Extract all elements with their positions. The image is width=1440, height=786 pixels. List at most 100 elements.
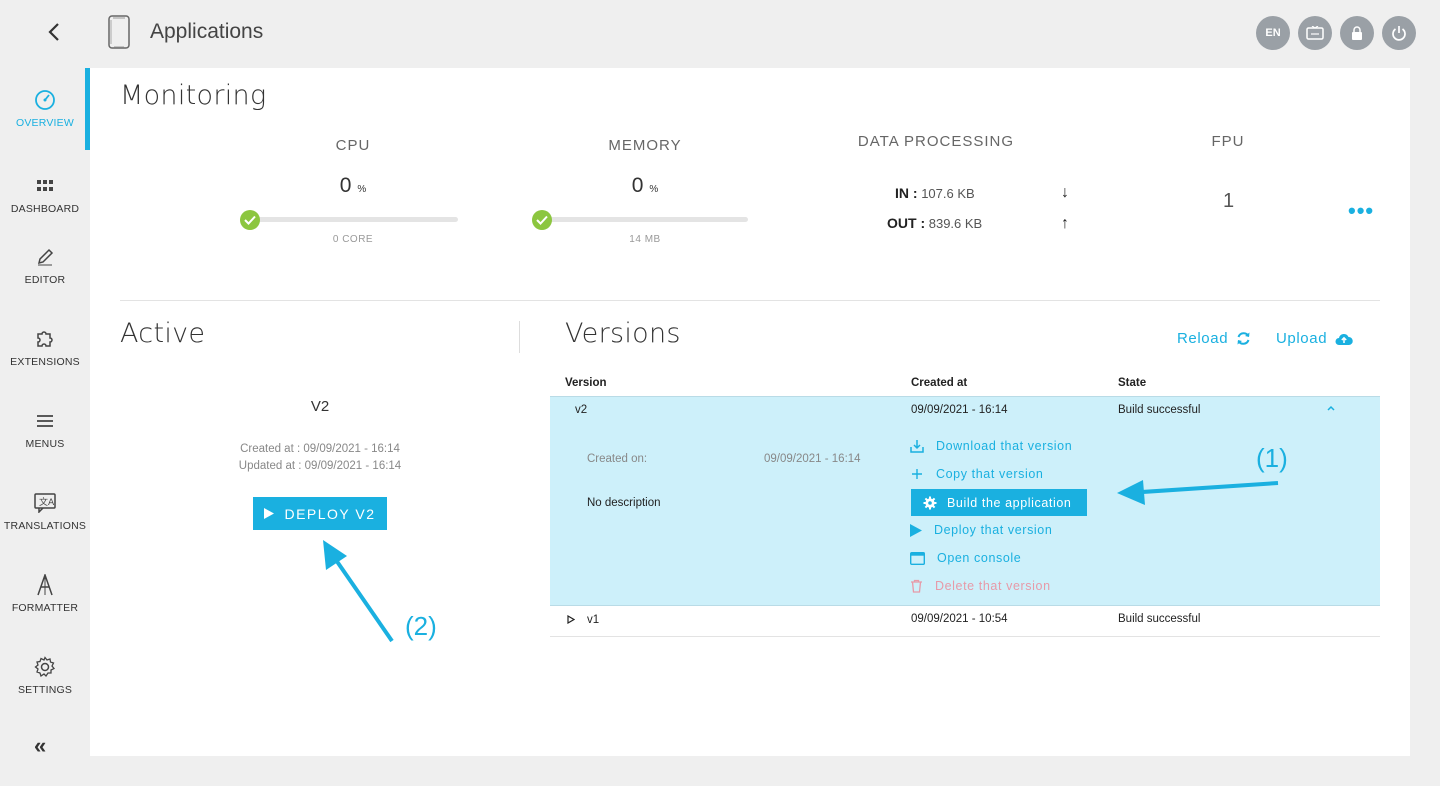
play-icon xyxy=(264,508,275,519)
expand-row-button[interactable] xyxy=(567,614,576,627)
created-on-label: Created on: xyxy=(587,453,648,465)
upload-button[interactable]: Upload xyxy=(1276,330,1353,347)
back-button[interactable] xyxy=(44,20,66,44)
sidebar-item-overview[interactable]: OVERVIEW xyxy=(0,68,90,150)
memory-value: 0 % xyxy=(631,174,659,197)
play-icon xyxy=(910,523,922,537)
row-version: v2 xyxy=(575,404,588,416)
versions-title: Versions xyxy=(565,318,681,349)
main-panel: Monitoring CPU 0 % 0 CORE MEMORY 0 % 14 … xyxy=(90,68,1410,756)
open-console-button[interactable]: Open console xyxy=(910,551,1021,565)
column-version: Version xyxy=(565,377,607,389)
memory-gauge xyxy=(542,217,748,222)
active-updated: Updated at : 09/09/2021 - 16:14 xyxy=(238,460,402,472)
delete-version-button[interactable]: Delete that version xyxy=(910,579,1051,593)
plus-icon xyxy=(912,469,922,479)
chevron-left-icon xyxy=(48,23,59,41)
sidebar-item-label: SETTINGS xyxy=(17,684,73,696)
cpu-label: CPU xyxy=(335,137,371,154)
collapse-sidebar-button[interactable]: « xyxy=(34,733,46,759)
console-icon xyxy=(910,551,925,565)
table-row[interactable]: v1 09/09/2021 - 10:54 Build successful xyxy=(550,606,1380,637)
memory-sub: 14 MB xyxy=(629,234,661,245)
grid-icon xyxy=(34,175,56,197)
column-state: State xyxy=(1118,377,1147,389)
sidebar-item-label: EXTENSIONS xyxy=(10,356,80,368)
header-actions: EN xyxy=(1256,16,1416,50)
power-button[interactable] xyxy=(1382,16,1416,50)
data-processing-label: DATA PROCESSING xyxy=(857,133,1015,150)
pencil-icon xyxy=(34,246,56,268)
caret-right-icon xyxy=(567,614,576,625)
sidebar-item-label: EDITOR xyxy=(24,274,66,286)
check-icon xyxy=(532,210,552,230)
page-title: Applications xyxy=(150,20,264,43)
callout-1: (1) xyxy=(1256,443,1288,473)
screen-icon xyxy=(1306,26,1324,40)
sidebar-item-label: OVERVIEW xyxy=(15,117,74,129)
power-icon xyxy=(1392,26,1406,41)
mobile-icon xyxy=(106,14,132,50)
translate-icon: 文A xyxy=(34,492,56,514)
memory-label: MEMORY xyxy=(608,137,682,154)
download-icon xyxy=(910,440,924,453)
sidebar-item-label: FORMATTER xyxy=(11,602,79,614)
cpu-sub: 0 CORE xyxy=(332,234,374,245)
sidebar-item-settings[interactable]: SETTINGS xyxy=(0,641,90,711)
active-title: Active xyxy=(120,318,206,349)
data-out: OUT : 839.6 KB xyxy=(887,215,983,231)
lock-icon xyxy=(1352,25,1362,40)
deploy-active-button[interactable]: DEPLOY V2 xyxy=(253,497,387,530)
sidebar-item-label: MENUS xyxy=(25,438,65,450)
monitoring-title: Monitoring xyxy=(120,80,267,111)
sidebar-item-dashboard[interactable]: DASHBOARD xyxy=(0,160,90,230)
sidebar-item-menus[interactable]: MENUS xyxy=(0,395,90,465)
deploy-version-button[interactable]: Deploy that version xyxy=(910,523,1052,537)
gear-icon xyxy=(34,656,56,678)
lock-button[interactable] xyxy=(1340,16,1374,50)
row-state: Build successful xyxy=(1118,404,1201,416)
row-version: v1 xyxy=(587,614,600,626)
created-on-value: 09/09/2021 - 16:14 xyxy=(764,453,861,465)
sidebar-item-extensions[interactable]: EXTENSIONS xyxy=(0,313,90,383)
language-button[interactable]: EN xyxy=(1256,16,1290,50)
arrow-up-icon: ↑ xyxy=(1061,215,1069,232)
chevron-up-icon xyxy=(1327,405,1335,411)
collapse-row-button[interactable] xyxy=(1326,403,1336,415)
gear-icon xyxy=(923,496,937,509)
callout-2: (2) xyxy=(405,611,437,641)
more-options-button[interactable]: ••• xyxy=(1348,198,1374,224)
divider xyxy=(120,300,1380,301)
active-created: Created at : 09/09/2021 - 16:14 xyxy=(240,443,400,455)
sidebar-item-label: TRANSLATIONS xyxy=(3,520,87,532)
download-version-button[interactable]: Download that version xyxy=(910,439,1072,453)
active-version: V2 xyxy=(310,398,330,415)
data-in: IN : 107.6 KB xyxy=(895,185,975,201)
display-button[interactable] xyxy=(1298,16,1332,50)
reload-button[interactable]: Reload xyxy=(1177,330,1251,347)
column-created: Created at xyxy=(911,377,968,389)
sidebar-item-formatter[interactable]: FORMATTER xyxy=(0,559,90,629)
divider xyxy=(519,321,520,353)
copy-version-button[interactable]: Copy that version xyxy=(910,467,1043,481)
fpu-label: FPU xyxy=(1211,133,1245,150)
cloud-upload-icon xyxy=(1335,333,1353,345)
row-state: Build successful xyxy=(1118,613,1201,625)
sidebar-item-editor[interactable]: EDITOR xyxy=(0,231,90,301)
puzzle-icon xyxy=(34,328,56,350)
refresh-icon xyxy=(1237,332,1250,345)
sidebar-item-label: DASHBOARD xyxy=(10,203,80,215)
hamburger-icon xyxy=(34,410,56,432)
arrow-down-icon: ↓ xyxy=(1061,184,1069,201)
check-icon xyxy=(240,210,260,230)
formatter-icon xyxy=(34,574,56,596)
table-row-expanded[interactable]: v2 09/09/2021 - 16:14 Build successful C… xyxy=(550,396,1380,606)
version-description: No description xyxy=(587,497,661,509)
svg-text:文A: 文A xyxy=(39,496,55,508)
row-created: 09/09/2021 - 10:54 xyxy=(911,613,1008,625)
build-application-button[interactable]: Build the application xyxy=(911,489,1087,516)
fpu-value: 1 xyxy=(1223,190,1235,212)
sidebar-item-translations[interactable]: 文A TRANSLATIONS xyxy=(0,477,90,547)
cpu-value: 0 % xyxy=(339,174,367,197)
cpu-gauge xyxy=(250,217,458,222)
